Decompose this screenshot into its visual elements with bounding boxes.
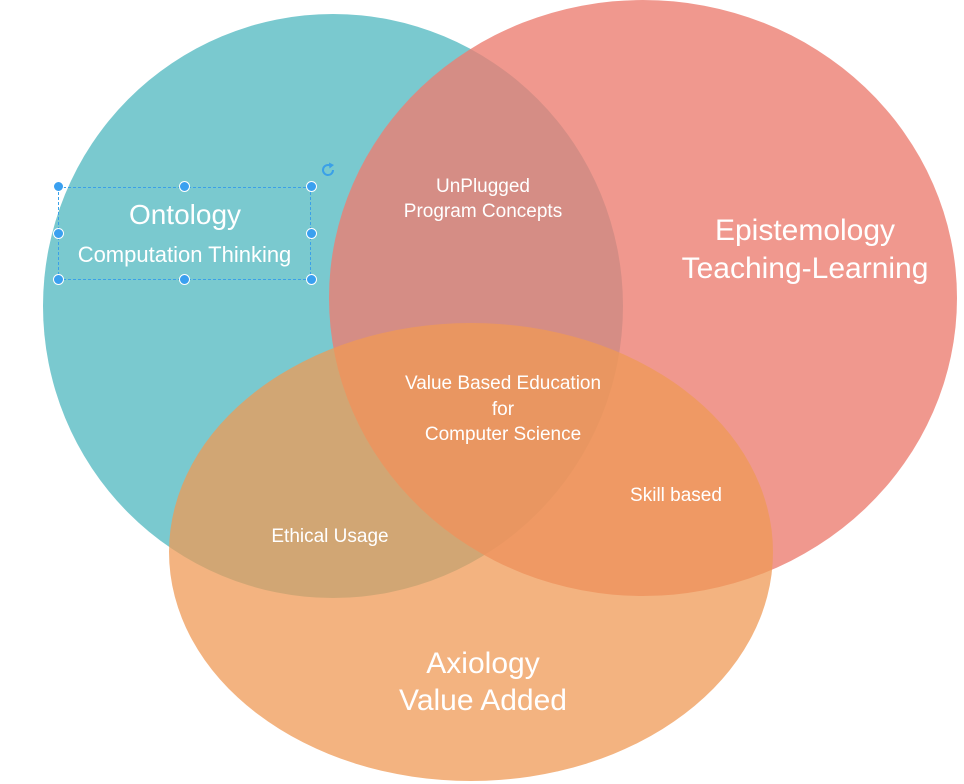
resize-handle-top-right[interactable] bbox=[306, 181, 317, 192]
resize-handle-middle-left[interactable] bbox=[53, 228, 64, 239]
epistemology-subtitle: Teaching-Learning bbox=[681, 252, 929, 285]
program-concepts-label: Program Concepts bbox=[403, 201, 563, 222]
center-label-line2: for bbox=[491, 399, 515, 420]
resize-handle-bottom-right[interactable] bbox=[306, 274, 317, 285]
axiology-title: Axiology bbox=[426, 647, 540, 680]
resize-handle-top-left[interactable] bbox=[53, 181, 64, 192]
resize-handle-bottom-middle[interactable] bbox=[179, 274, 190, 285]
resize-handle-middle-right[interactable] bbox=[306, 228, 317, 239]
text-selection-box[interactable] bbox=[58, 187, 311, 280]
epistemology-title: Epistemology bbox=[714, 214, 896, 247]
skill-based-label: Skill based bbox=[630, 485, 722, 506]
axiology-subtitle: Value Added bbox=[399, 684, 567, 717]
center-label-line1: Value Based Education bbox=[404, 373, 602, 394]
resize-handle-top-middle[interactable] bbox=[179, 181, 190, 192]
resize-handle-bottom-left[interactable] bbox=[53, 274, 64, 285]
center-label-line3: Computer Science bbox=[424, 424, 582, 445]
ethical-usage-label: Ethical Usage bbox=[271, 526, 389, 547]
unplugged-label: UnPlugged bbox=[435, 176, 531, 197]
rotate-icon[interactable] bbox=[318, 160, 338, 180]
